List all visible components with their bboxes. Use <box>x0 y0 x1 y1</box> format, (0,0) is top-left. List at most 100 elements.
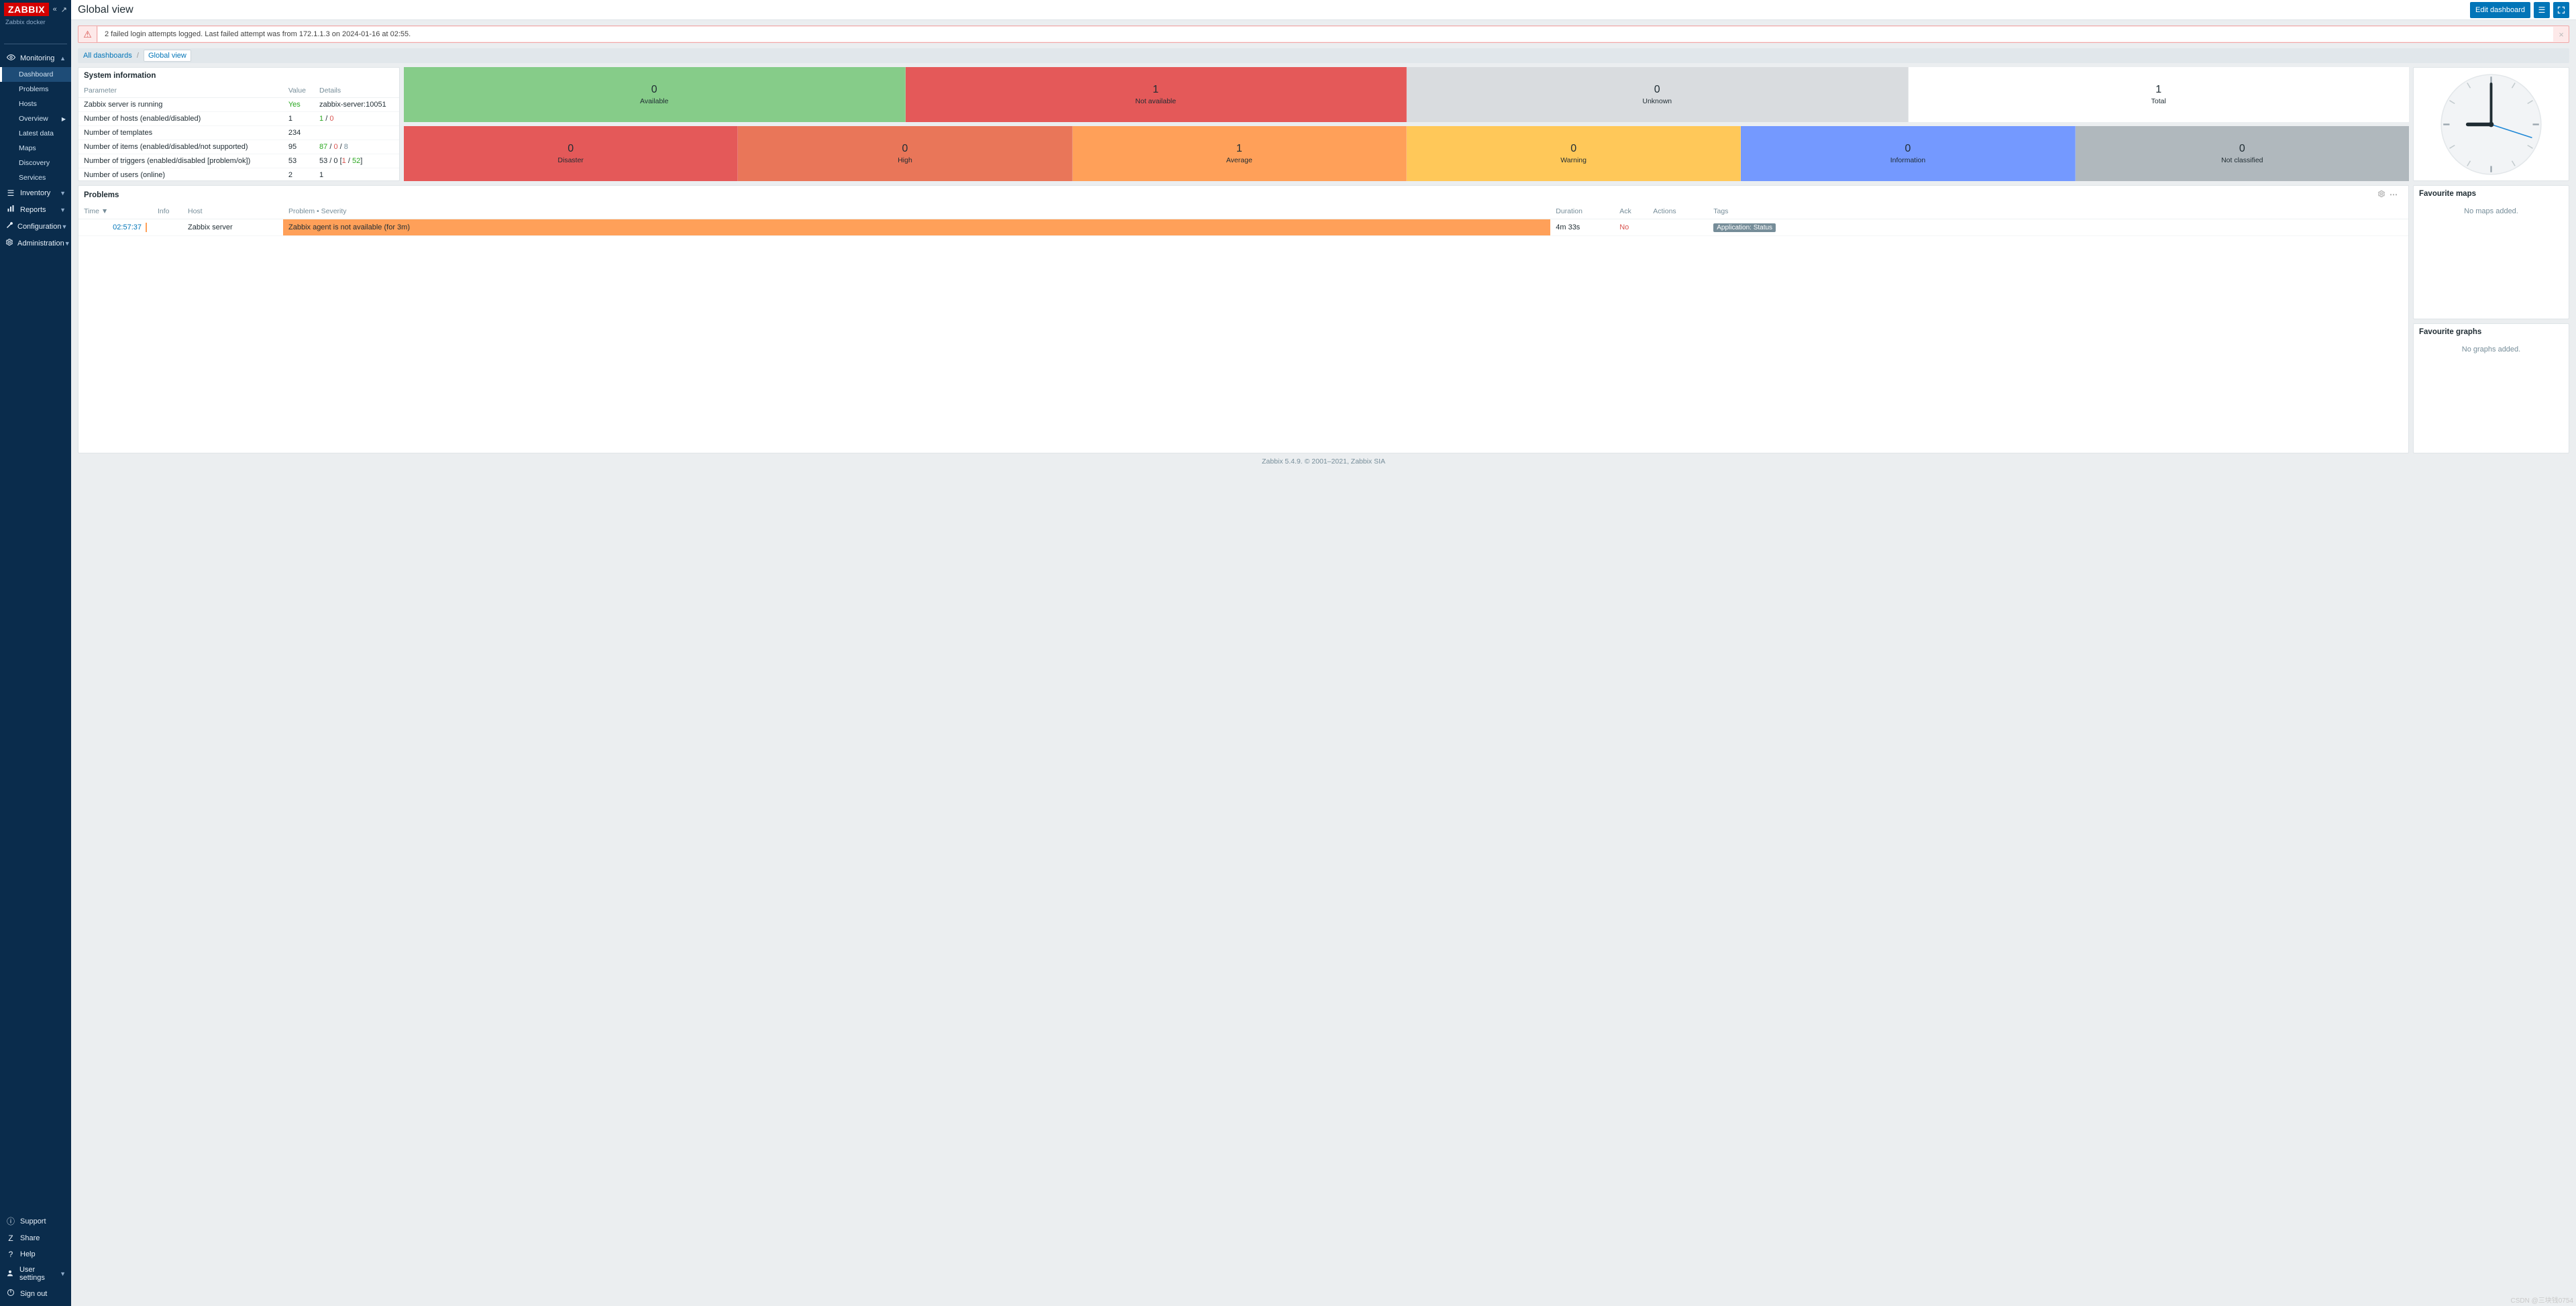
widget-fav-graphs: Favourite graphs No graphs added. <box>2413 323 2569 453</box>
sidebar-item-maps[interactable]: Maps <box>0 141 71 156</box>
widget-clock <box>2413 67 2569 181</box>
nav-label: Inventory <box>20 189 50 197</box>
chevron-down-icon: ▼ <box>61 223 67 230</box>
fullscreen-button[interactable] <box>2553 2 2569 18</box>
tile-information[interactable]: 0Information <box>1741 126 2075 181</box>
table-row: Number of users (online)21 <box>78 168 399 181</box>
widget-fav-maps: Favourite maps No maps added. <box>2413 185 2569 319</box>
widget-title: Favourite maps <box>2414 186 2569 202</box>
nav-help[interactable]: ?Help <box>0 1246 71 1262</box>
nav-sign-out[interactable]: Sign out <box>0 1285 71 1302</box>
tag[interactable]: Application: Status <box>1713 223 1776 232</box>
wrench-icon <box>5 221 13 231</box>
nav-support[interactable]: ⓘ Support <box>0 1212 71 1230</box>
chevron-down-icon: ▼ <box>60 190 66 197</box>
sign-out-icon <box>5 1289 16 1299</box>
problem-name[interactable]: Zabbix agent is not available (for 3m) <box>283 219 1550 236</box>
eye-icon <box>5 53 16 64</box>
tile-disaster[interactable]: 0Disaster <box>404 126 738 181</box>
sysinfo-table: ParameterValueDetailsZabbix server is ru… <box>78 84 399 180</box>
topbar: Global view Edit dashboard ☰ <box>71 0 2576 20</box>
nav-label: Help <box>20 1250 36 1258</box>
edit-dashboard-button[interactable]: Edit dashboard <box>2470 2 2530 18</box>
nav-share[interactable]: ZShare <box>0 1230 71 1246</box>
tile-high[interactable]: 0High <box>738 126 1072 181</box>
clock-face <box>2439 72 2543 176</box>
tile-average[interactable]: 1Average <box>1073 126 1407 181</box>
watermark: CSDN @三块钱0754 <box>2510 1295 2573 1305</box>
problem-time[interactable]: 02:57:37 <box>113 223 142 231</box>
sidebar-item-problems[interactable]: Problems <box>0 82 71 97</box>
sidebar-item-overview[interactable]: Overview▶ <box>0 111 71 126</box>
more-icon[interactable]: ⋯ <box>2390 190 2398 200</box>
list-icon: ☰ <box>5 188 16 198</box>
widget-problems: Problems ⋯ Time ▼InfoHostProblem • Sever… <box>78 185 2409 453</box>
widget-title: Problems <box>84 191 119 199</box>
chart-icon <box>5 205 16 215</box>
gear-icon <box>5 238 13 248</box>
nav-label: Support <box>20 1217 46 1226</box>
tile-not-available[interactable]: 1Not available <box>906 67 1407 122</box>
sidebar-item-dashboard[interactable]: Dashboard <box>0 67 71 82</box>
footer: Zabbix 5.4.9. © 2001–2021, Zabbix SIA <box>78 453 2569 467</box>
nav-bottom: ⓘSupportZShare?HelpUser settings▼Sign ou… <box>0 1212 71 1306</box>
nav-main: Monitoring ▲ DashboardProblemsHostsOverv… <box>0 50 71 1212</box>
sidebar-item-hosts[interactable]: Hosts <box>0 97 71 111</box>
nav-label: Reports <box>20 206 46 214</box>
timeline-marker <box>146 223 147 232</box>
search-row <box>4 32 67 44</box>
nav-inventory[interactable]: ☰ Inventory ▼ <box>0 185 71 201</box>
sidebar-item-services[interactable]: Services <box>0 170 71 185</box>
share-icon: Z <box>5 1234 16 1243</box>
widget-status-tiles: 0Available1Not available0Unknown1Total 0… <box>404 67 2409 181</box>
chevron-down-icon: ▼ <box>60 207 66 213</box>
content: ⚠ 2 failed login attempts logged. Last f… <box>71 20 2576 1306</box>
host-availability-row: 0Available1Not available0Unknown1Total <box>404 67 2409 122</box>
sidebar-item-discovery[interactable]: Discovery <box>0 156 71 170</box>
empty-message: No maps added. <box>2414 202 2569 221</box>
tile-warning[interactable]: 0Warning <box>1407 126 1741 181</box>
nav-configuration[interactable]: Configuration ▼ <box>0 218 71 235</box>
tile-not-classified[interactable]: 0Not classified <box>2076 126 2409 181</box>
breadcrumb-all[interactable]: All dashboards <box>83 52 132 60</box>
severity-row: 0Disaster0High1Average0Warning0Informati… <box>404 126 2409 181</box>
chevron-down-icon: ▼ <box>60 1270 66 1277</box>
logo[interactable]: ZABBIX <box>4 3 49 16</box>
table-row[interactable]: 02:57:37 Zabbix serverZabbix agent is not… <box>78 219 2408 236</box>
server-name: Zabbix docker <box>0 17 71 30</box>
table-row: Zabbix server is runningYeszabbix-server… <box>78 98 399 112</box>
widget-system-information: System information ParameterValueDetails… <box>78 67 400 181</box>
page-title: Global view <box>78 4 133 16</box>
support-icon: ⓘ <box>5 1215 16 1227</box>
warning-icon: ⚠ <box>78 26 97 42</box>
sidebar: ZABBIX « ↗ Zabbix docker Monitoring ▲ Da… <box>0 0 71 1306</box>
actions-menu-button[interactable]: ☰ <box>2534 2 2550 18</box>
nav-administration[interactable]: Administration ▼ <box>0 235 71 252</box>
breadcrumb: All dashboards / Global view <box>78 48 2569 63</box>
main: Global view Edit dashboard ☰ ⚠ 2 failed … <box>71 0 2576 1306</box>
empty-message: No graphs added. <box>2414 340 2569 359</box>
nav-label: Sign out <box>20 1290 47 1298</box>
gear-icon[interactable] <box>2377 190 2385 200</box>
logo-row: ZABBIX « ↗ <box>0 0 71 17</box>
nav-label: User settings <box>19 1266 60 1282</box>
sidebar-item-latest-data[interactable]: Latest data <box>0 126 71 141</box>
popout-icon[interactable]: ↗ <box>61 5 67 14</box>
problems-table: Time ▼InfoHostProblem • SeverityDuration… <box>78 204 2408 236</box>
chevron-right-icon: ▶ <box>62 116 66 122</box>
close-icon[interactable]: × <box>2554 30 2569 40</box>
nav-user-settings[interactable]: User settings▼ <box>0 1262 71 1285</box>
login-alert: ⚠ 2 failed login attempts logged. Last f… <box>78 25 2569 43</box>
nav-reports[interactable]: Reports ▼ <box>0 201 71 218</box>
collapse-icon[interactable]: « <box>53 5 57 13</box>
nav-monitoring[interactable]: Monitoring ▲ <box>0 50 71 67</box>
breadcrumb-current[interactable]: Global view <box>144 50 191 62</box>
table-row: Number of templates234 <box>78 126 399 140</box>
problem-host[interactable]: Zabbix server <box>182 219 283 236</box>
widget-title: Favourite graphs <box>2414 324 2569 340</box>
tile-available[interactable]: 0Available <box>404 67 906 122</box>
tile-total[interactable]: 1Total <box>1909 67 2410 122</box>
table-row: Number of triggers (enabled/disabled [pr… <box>78 154 399 168</box>
user-settings-icon <box>5 1269 15 1279</box>
tile-unknown[interactable]: 0Unknown <box>1407 67 1909 122</box>
